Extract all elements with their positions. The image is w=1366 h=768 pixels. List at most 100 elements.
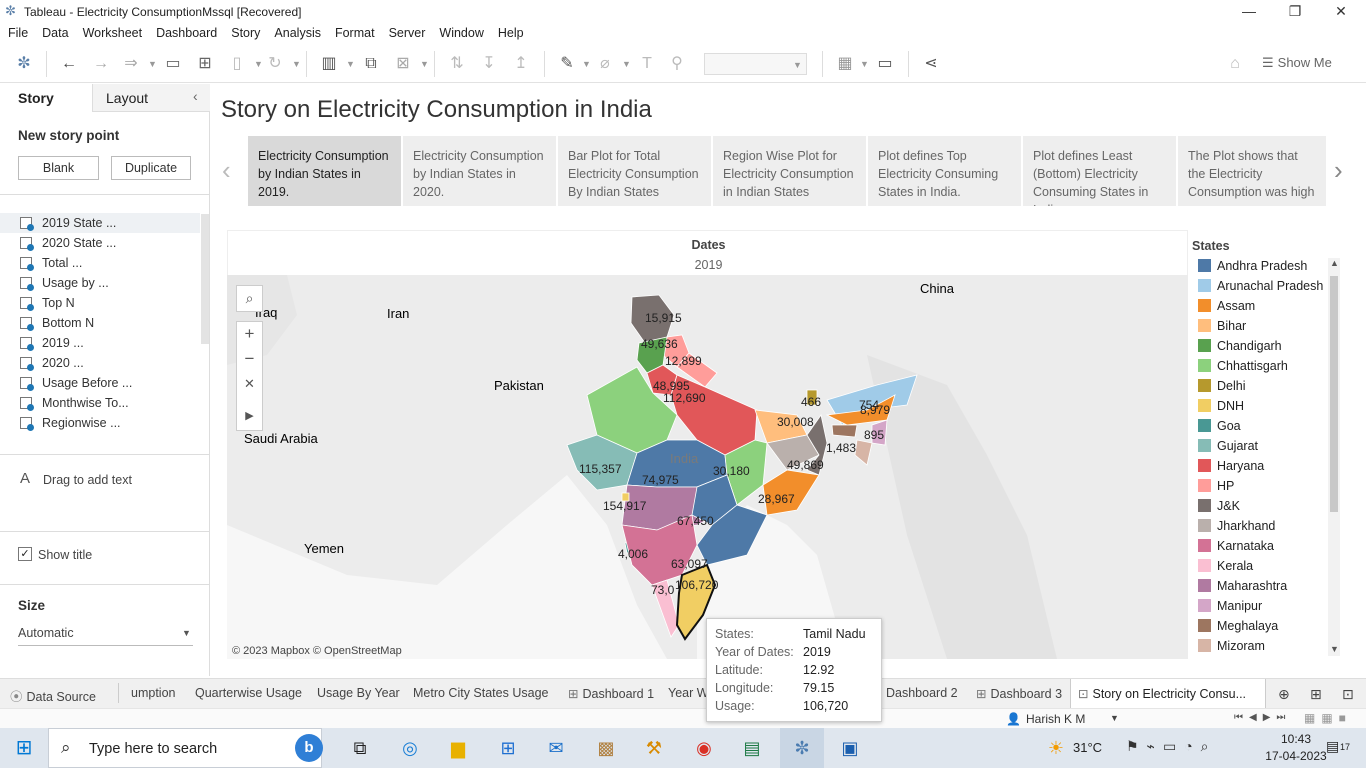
duplicate-icon[interactable]: ⧉: [360, 53, 382, 75]
sheet-item[interactable]: Usage by ...: [20, 273, 109, 293]
sheet-item[interactable]: Top N: [20, 293, 75, 313]
size-dropdown[interactable]: Automatic ▼: [18, 626, 193, 646]
blank-button[interactable]: Blank: [18, 156, 99, 180]
tab-sheet[interactable]: Quarterwise Usage: [195, 686, 302, 700]
tab-sheet[interactable]: Year W: [668, 686, 709, 700]
menu-worksheet[interactable]: Worksheet: [83, 24, 143, 40]
presentation-icon[interactable]: ▭: [874, 53, 896, 75]
dropdown-icon[interactable]: ▼: [582, 53, 591, 75]
highlight-icon[interactable]: ✎: [556, 53, 578, 75]
legend-item[interactable]: Gujarat: [1198, 436, 1258, 456]
close-button[interactable]: ✕: [1318, 0, 1364, 24]
winrar-icon[interactable]: ▩: [592, 734, 620, 762]
story-point-1[interactable]: Electricity Consumption by Indian States…: [248, 136, 401, 206]
notification-icon[interactable]: ▤: [1326, 738, 1339, 755]
edge-icon[interactable]: ◎: [396, 734, 424, 762]
legend-item[interactable]: DNH: [1198, 396, 1244, 416]
legend-item[interactable]: Meghalaya: [1198, 616, 1278, 636]
story-point-5[interactable]: Plot defines Top Electricity Consuming S…: [868, 136, 1021, 206]
dropdown-icon[interactable]: ▼: [346, 53, 355, 75]
user-name[interactable]: Harish K M: [1026, 712, 1085, 726]
menu-window[interactable]: Window: [439, 24, 483, 40]
redo-icon[interactable]: →: [90, 53, 112, 75]
show-me-icon[interactable]: ⌂: [1224, 53, 1246, 75]
menu-format[interactable]: Format: [335, 24, 375, 40]
menu-server[interactable]: Server: [389, 24, 426, 40]
system-tray-icons[interactable]: ⚑⌁▭◔⌕: [1126, 738, 1217, 755]
tab-sheet[interactable]: Usage By Year: [317, 686, 400, 700]
expand-toolbar-icon[interactable]: ▶: [236, 404, 263, 429]
legend-item[interactable]: Mizoram: [1198, 636, 1265, 656]
legend-item[interactable]: Goa: [1198, 416, 1241, 436]
legend-item[interactable]: Andhra Pradesh: [1198, 256, 1307, 276]
tools-icon[interactable]: ⚒: [640, 734, 668, 762]
sort-desc-icon[interactable]: ↥: [510, 53, 532, 75]
mail-icon[interactable]: ✉: [542, 734, 570, 762]
windows-start-icon[interactable]: ⊞: [10, 734, 38, 762]
story-point-3[interactable]: Bar Plot for Total Electricity Consumpti…: [558, 136, 711, 206]
sheet-item[interactable]: 2019 ...: [20, 333, 84, 353]
tab-sheet[interactable]: umption: [131, 686, 175, 700]
legend-item[interactable]: Delhi: [1198, 376, 1246, 396]
tab-layout[interactable]: Layout: [106, 90, 148, 114]
legend-item[interactable]: Maharashtra: [1198, 576, 1287, 596]
legend-item[interactable]: Kerala: [1198, 556, 1253, 576]
bing-icon[interactable]: b: [295, 734, 323, 762]
collapse-icon[interactable]: ‹: [193, 88, 198, 104]
story-point-2[interactable]: Electricity Consumption by Indian States…: [403, 136, 556, 206]
sort-asc-icon[interactable]: ↧: [478, 53, 500, 75]
show-me-button[interactable]: ☰ Show Me: [1262, 55, 1332, 71]
sheet-item[interactable]: 2020 State ...: [20, 233, 116, 253]
india-map[interactable]: Iraq Iran Pakistan Saudi Arabia Yemen Ch…: [227, 275, 1188, 659]
map-search-icon[interactable]: ⌕: [236, 285, 263, 312]
clear-sheet-icon[interactable]: ⊠: [392, 53, 414, 75]
sheet-item[interactable]: Bottom N: [20, 313, 94, 333]
group-icon[interactable]: ⌀: [594, 53, 616, 75]
sheet-item[interactable]: 2019 State ...: [20, 213, 116, 233]
save-icon[interactable]: ▭: [162, 53, 184, 75]
duplicate-button[interactable]: Duplicate: [111, 156, 191, 180]
menu-data[interactable]: Data: [42, 24, 68, 40]
labels-icon[interactable]: T: [636, 53, 658, 75]
fit-dropdown[interactable]: ▼: [704, 53, 807, 75]
sheet-item[interactable]: Monthwise To...: [20, 393, 129, 413]
replay-icon[interactable]: ⇒: [120, 53, 142, 75]
clock-time[interactable]: 10:43: [1276, 732, 1316, 746]
previous-point-arrow[interactable]: ‹: [222, 155, 231, 186]
pause-updates-icon[interactable]: ▯: [226, 53, 248, 75]
menu-story[interactable]: Story: [231, 24, 260, 40]
sheet-item[interactable]: Total ...: [20, 253, 82, 273]
view-mode-icons[interactable]: ▦▦■: [1304, 711, 1352, 725]
new-worksheet-tab-icon[interactable]: ⊕: [1278, 686, 1290, 703]
reset-map-icon[interactable]: ✕: [236, 371, 263, 396]
sheet-item[interactable]: Regionwise ...: [20, 413, 121, 433]
zoom-in-icon[interactable]: +: [236, 321, 263, 346]
undo-icon[interactable]: ←: [58, 53, 80, 75]
show-cards-icon[interactable]: ▦: [834, 53, 856, 75]
legend-item[interactable]: Assam: [1198, 296, 1255, 316]
refresh-icon[interactable]: ↻: [264, 53, 286, 75]
dropdown-icon[interactable]: ▼: [420, 53, 429, 75]
legend-item[interactable]: Chhattisgarh: [1198, 356, 1288, 376]
tab-nav-icons[interactable]: ⏮◀▶⏭: [1234, 712, 1291, 723]
menu-file[interactable]: File: [8, 24, 28, 40]
new-story-tab-icon[interactable]: ⊡: [1342, 686, 1354, 703]
new-dashboard-tab-icon[interactable]: ⊞: [1310, 686, 1322, 703]
story-point-7[interactable]: The Plot shows that the Electricity Cons…: [1178, 136, 1326, 206]
drag-text-object[interactable]: Drag to add text: [43, 473, 132, 487]
task-view-icon[interactable]: ⧉: [346, 734, 374, 762]
legend-item[interactable]: Jharkhand: [1198, 516, 1275, 536]
sheet-list-scrollbar[interactable]: [201, 214, 209, 344]
tab-story[interactable]: ⊡ Story on Electricity Consu...: [1078, 686, 1246, 701]
legend-item[interactable]: J&K: [1198, 496, 1240, 516]
new-datasource-icon[interactable]: ⊞: [194, 53, 216, 75]
dropdown-icon[interactable]: ▼: [622, 53, 631, 75]
legend-item[interactable]: Bihar: [1198, 316, 1246, 336]
pin-icon[interactable]: ⚲: [666, 53, 688, 75]
chrome-icon[interactable]: ◉: [690, 734, 718, 762]
user-menu-chevron-icon[interactable]: ▼: [1110, 713, 1119, 723]
legend-item[interactable]: Haryana: [1198, 456, 1264, 476]
excel-icon[interactable]: ▤: [738, 734, 766, 762]
legend-item[interactable]: HP: [1198, 476, 1234, 496]
tab-sheet[interactable]: Metro City States Usage: [413, 686, 548, 700]
